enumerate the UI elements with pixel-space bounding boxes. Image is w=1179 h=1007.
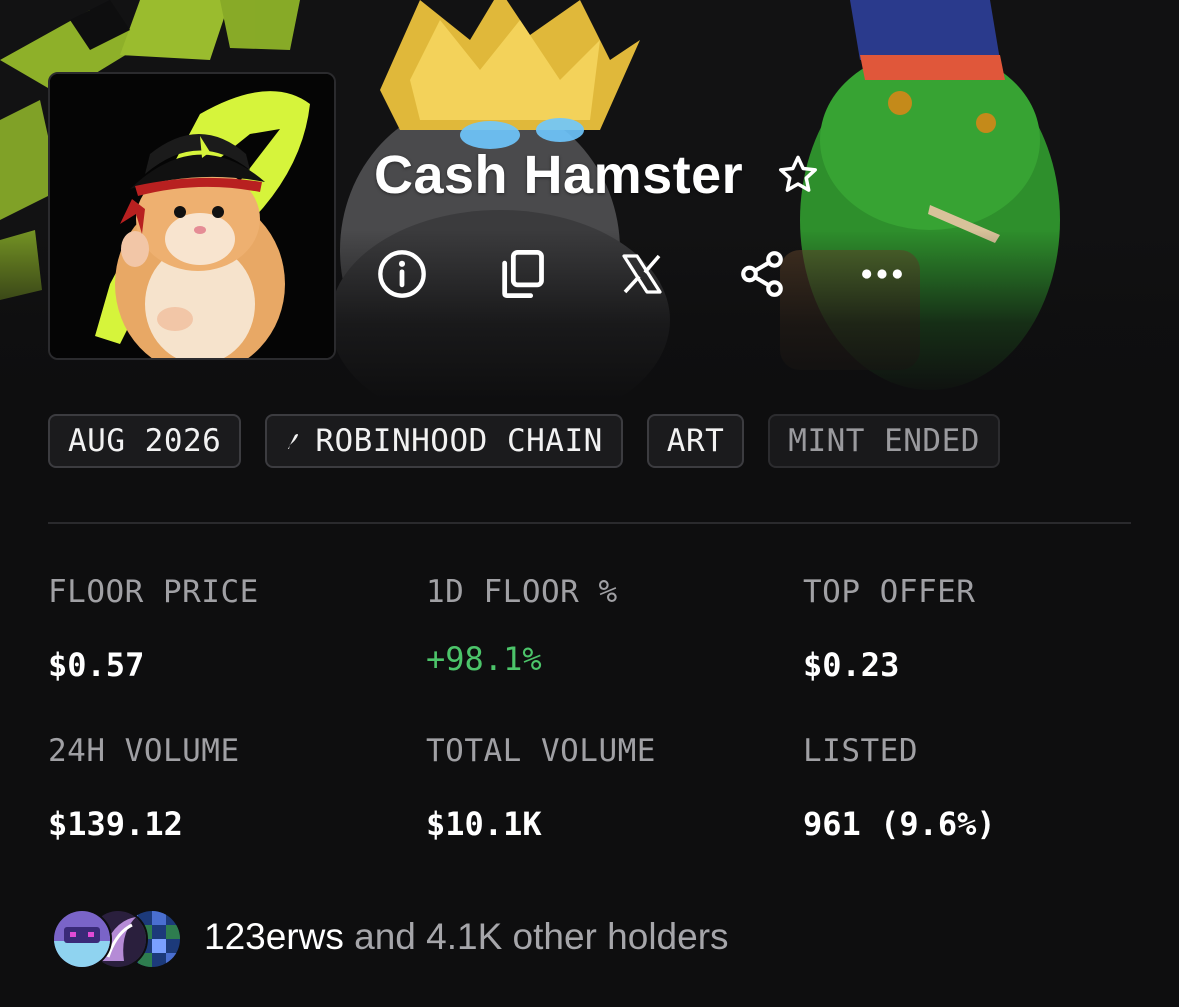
hamster-avatar-image: [50, 74, 334, 358]
info-button[interactable]: [374, 246, 430, 302]
stat-value-positive: +98.1%: [426, 640, 542, 678]
favorite-button[interactable]: [773, 150, 823, 200]
stat-top-offer: TOP OFFER $0.23: [803, 574, 975, 684]
collection-actions: [374, 244, 910, 304]
copy-address-button[interactable]: [494, 246, 550, 302]
stat-24h-volume: 24H VOLUME $139.12: [48, 733, 240, 843]
tag-mint-status: MINT ENDED: [768, 414, 1000, 468]
stat-value: 961 (9.6%): [803, 805, 996, 843]
collection-avatar: [48, 72, 336, 360]
holders-text: 123erws and 4.1K other holders: [204, 916, 729, 958]
top-holder-name[interactable]: 123erws: [204, 916, 344, 957]
star-outline-icon: [779, 155, 818, 192]
stat-label: FLOOR PRICE: [48, 574, 259, 610]
share-button[interactable]: [734, 246, 790, 302]
tag-mint-status-label: MINT ENDED: [788, 423, 980, 459]
stat-total-volume: TOTAL VOLUME $10.1K: [426, 733, 656, 843]
collection-header: Cash Hamster: [374, 140, 823, 210]
tag-category[interactable]: ART: [646, 414, 745, 468]
holder-avatar: [52, 909, 112, 969]
stat-label: TOP OFFER: [803, 574, 976, 610]
stat-label: LISTED: [803, 733, 918, 769]
holder-avatar-stack: [52, 907, 182, 969]
stat-value: $139.12: [48, 805, 183, 843]
stat-value: $0.57: [48, 646, 145, 684]
stat-label: TOTAL VOLUME: [426, 733, 656, 769]
share-icon: [741, 251, 783, 297]
stat-1d-floor-change: 1D FLOOR % +98.1%: [426, 574, 618, 678]
stat-label: 1D FLOOR %: [426, 574, 618, 610]
info-icon: [378, 250, 426, 298]
collection-tags: AUG 2026 ROBINHOOD CHAIN ART MINT ENDED: [48, 414, 1000, 468]
holders-summary[interactable]: 123erws and 4.1K other holders: [52, 906, 729, 969]
tag-category-label: ART: [666, 423, 725, 459]
tag-date: AUG 2026: [48, 414, 242, 468]
robinhood-feather-icon: [285, 432, 299, 450]
stat-value: $10.1K: [426, 805, 542, 843]
other-holders-count: and 4.1K other holders: [343, 916, 729, 957]
x-profile-button[interactable]: [614, 246, 670, 302]
stat-label: 24H VOLUME: [48, 733, 240, 769]
tag-date-label: AUG 2026: [68, 423, 222, 459]
section-divider: [48, 522, 1131, 524]
more-icon: [862, 269, 902, 279]
tag-chain-label: ROBINHOOD CHAIN: [315, 423, 603, 459]
stat-value: $0.23: [803, 646, 900, 684]
stat-floor-price: FLOOR PRICE $0.57: [48, 574, 259, 684]
copy-icon: [502, 249, 544, 299]
collection-title: Cash Hamster: [374, 145, 744, 205]
stat-listed: LISTED 961 (9.6%): [803, 733, 996, 843]
more-options-button[interactable]: [854, 246, 910, 302]
tag-chain[interactable]: ROBINHOOD CHAIN: [265, 414, 623, 468]
x-logo-icon: [622, 254, 662, 294]
